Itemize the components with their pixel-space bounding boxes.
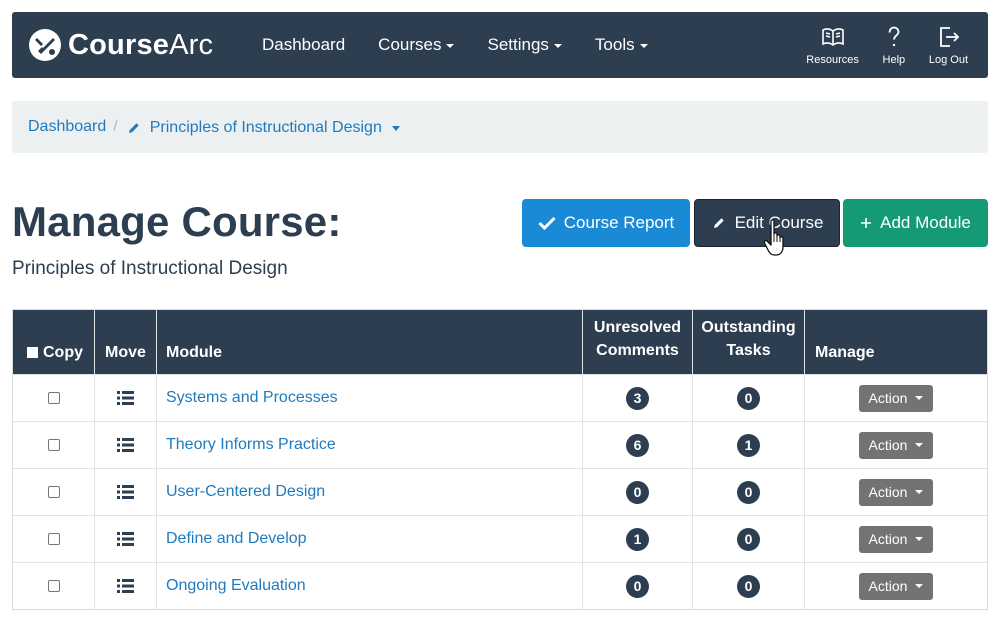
header-copy[interactable]: Copy (13, 310, 95, 374)
nav-utility-icons: Resources Help Log Out (784, 12, 968, 78)
caret-down-icon (446, 43, 455, 48)
row-copy-checkbox[interactable] (47, 392, 60, 404)
main-nav: Dashboard Courses Settings Tools (262, 12, 681, 78)
add-module-button[interactable]: Add Module (843, 199, 988, 247)
breadcrumb-separator: / (113, 118, 118, 135)
top-navbar: CourseArc Dashboard Courses Settings Too… (12, 12, 988, 78)
module-link[interactable]: Ongoing Evaluation (157, 563, 583, 609)
table-row: Systems and Processes 3 0 Action (13, 374, 987, 421)
tasks-count-badge: 1 (737, 433, 760, 457)
course-report-button[interactable]: Course Report (522, 199, 690, 247)
tasks-count-badge: 0 (737, 574, 760, 598)
tasks-count-badge: 0 (737, 527, 760, 551)
breadcrumb-course-label: Principles of Instructional Design (149, 119, 382, 136)
tasks-count-badge: 0 (737, 386, 760, 410)
row-copy-checkbox[interactable] (47, 486, 60, 498)
table-row: Theory Informs Practice 6 1 Action (13, 421, 987, 468)
nav-dashboard[interactable]: Dashboard (262, 35, 345, 55)
comments-count-badge: 0 (626, 574, 649, 598)
row-copy-checkbox[interactable] (47, 580, 60, 592)
table-row: User-Centered Design 0 0 Action (13, 468, 987, 515)
caret-down-icon (639, 43, 648, 48)
action-dropdown-button[interactable]: Action (859, 525, 933, 553)
edit-course-button[interactable]: Edit Course (694, 199, 840, 247)
plus-icon (861, 218, 872, 228)
caret-down-icon (915, 490, 924, 494)
page-subtitle: Principles of Instructional Design (12, 258, 288, 279)
breadcrumb-course-dropdown[interactable]: Principles of Instructional Design (127, 119, 400, 137)
move-list-icon[interactable] (117, 438, 134, 452)
brand-logo[interactable]: CourseArc (28, 28, 213, 62)
action-dropdown-button[interactable]: Action (859, 384, 933, 412)
caret-down-icon (915, 443, 924, 447)
table-row: Define and Develop 1 0 Action (13, 515, 987, 562)
header-outstanding-tasks: Outstanding Tasks (693, 310, 805, 374)
logout-icon (940, 27, 960, 47)
nav-tools[interactable]: Tools (595, 35, 648, 55)
pencil-icon (713, 218, 724, 228)
move-list-icon[interactable] (117, 485, 134, 499)
action-dropdown-button[interactable]: Action (859, 572, 933, 600)
modules-table: Copy Move Module Unresolved Comments Outs… (12, 309, 988, 610)
comments-count-badge: 1 (626, 527, 649, 551)
nav-logout-label: Log Out (928, 54, 968, 66)
module-link[interactable]: Define and Develop (157, 516, 583, 562)
module-link[interactable]: User-Centered Design (157, 469, 583, 515)
comments-count-badge: 6 (626, 433, 649, 457)
nav-resources-label: Resources (806, 54, 859, 66)
move-list-icon[interactable] (117, 391, 134, 405)
move-list-icon[interactable] (117, 532, 134, 546)
row-copy-checkbox[interactable] (47, 533, 60, 545)
move-list-icon[interactable] (117, 579, 134, 593)
select-all-checkbox[interactable] (27, 347, 38, 358)
action-dropdown-button[interactable]: Action (859, 478, 933, 506)
brand-name: CourseArc (68, 29, 214, 61)
table-row: Ongoing Evaluation 0 0 Action (13, 562, 987, 609)
pencil-icon (128, 123, 139, 133)
caret-down-icon (915, 537, 924, 541)
nav-courses[interactable]: Courses (378, 35, 455, 55)
nav-help-label: Help (882, 54, 906, 66)
page-title: Manage Course: (12, 198, 342, 245)
tasks-count-badge: 0 (737, 480, 760, 504)
table-header: Copy Move Module Unresolved Comments Outs… (13, 310, 987, 374)
nav-logout[interactable]: Log Out (929, 24, 968, 66)
module-link[interactable]: Theory Informs Practice (157, 422, 583, 468)
caret-down-icon (391, 125, 400, 131)
module-link[interactable]: Systems and Processes (157, 375, 583, 421)
caret-down-icon (915, 396, 924, 400)
checkmark-icon (538, 216, 556, 230)
caret-down-icon (553, 43, 562, 48)
breadcrumb: Dashboard / Principles of Instructional … (12, 101, 988, 153)
caret-down-icon (915, 584, 924, 588)
book-icon (821, 28, 844, 46)
breadcrumb-dashboard[interactable]: Dashboard (28, 118, 106, 136)
comments-count-badge: 3 (626, 386, 649, 410)
row-copy-checkbox[interactable] (47, 439, 60, 451)
header-unresolved-comments: Unresolved Comments (583, 310, 693, 374)
nav-resources[interactable]: Resources (806, 24, 859, 66)
coursearc-logo-icon (29, 29, 61, 61)
header-move: Move (95, 310, 157, 374)
header-manage: Manage (815, 344, 875, 361)
nav-help[interactable]: Help (881, 24, 907, 66)
action-dropdown-button[interactable]: Action (859, 431, 933, 459)
comments-count-badge: 0 (626, 480, 649, 504)
nav-settings[interactable]: Settings (487, 35, 562, 55)
header-module: Module (157, 310, 583, 374)
question-icon (888, 26, 900, 47)
